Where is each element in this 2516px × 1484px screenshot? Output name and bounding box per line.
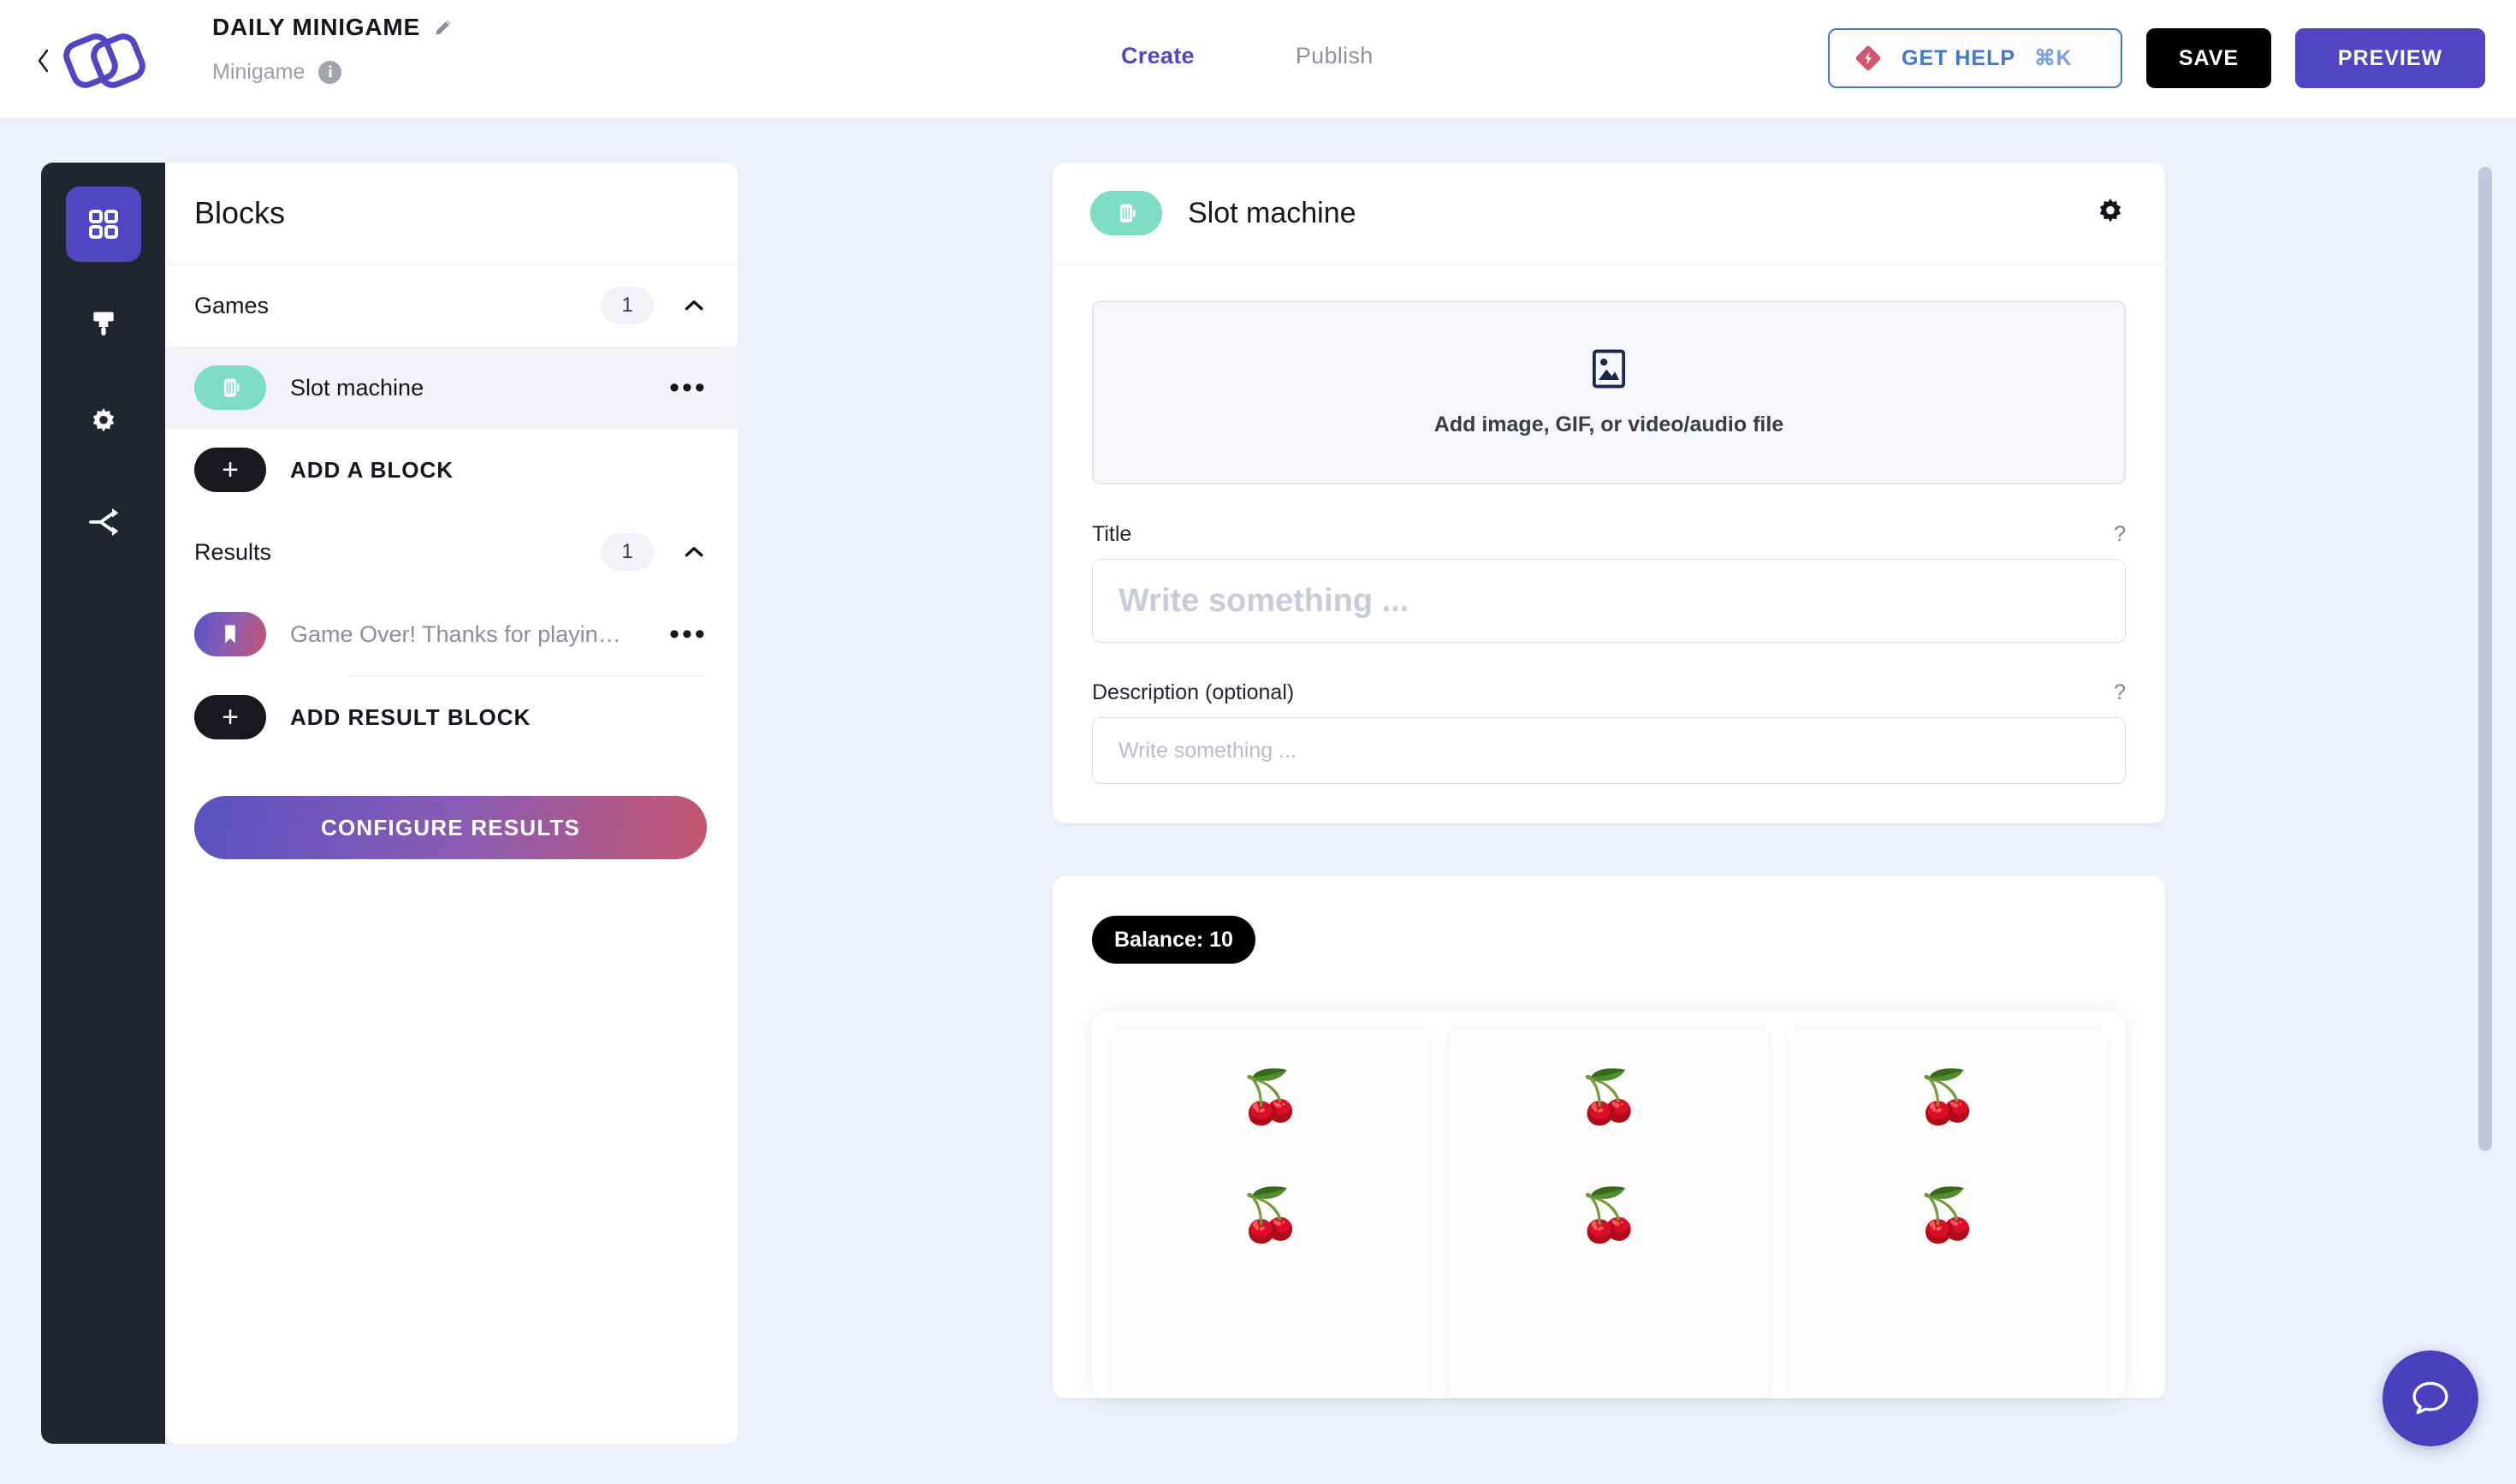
description-field-label: Description (optional): [1092, 680, 1295, 704]
slot-machine-icon: [1090, 191, 1162, 235]
slot-reel-1[interactable]: 🍒 🍒: [1111, 1030, 1431, 1398]
section-header-results[interactable]: Results 1: [165, 511, 738, 593]
top-actions: GET HELP ⌘K SAVE PREVIEW: [1828, 28, 2485, 88]
add-a-block-button[interactable]: + ADD A BLOCK: [165, 429, 738, 511]
add-result-block-button[interactable]: + ADD RESULT BLOCK: [165, 676, 738, 758]
slot-machine-icon: [194, 365, 266, 410]
game-preview-card: Balance: 10 🍒 🍒 🍒 🍒 🍒 🍒: [1053, 876, 2165, 1398]
description-field-label-row: Description (optional) ?: [1092, 680, 2126, 705]
media-dropzone[interactable]: Add image, GIF, or video/audio file: [1092, 300, 2126, 484]
reel-symbol: 🍒: [1576, 1186, 1641, 1244]
save-button[interactable]: SAVE: [2146, 28, 2271, 88]
blocks-panel-header: Blocks: [165, 163, 738, 264]
result-item-game-over[interactable]: Game Over! Thanks for playin… •••: [165, 593, 738, 675]
back-button[interactable]: [33, 46, 55, 75]
sidebar-item-integrations[interactable]: [66, 484, 141, 560]
section-title-games: Games: [194, 292, 270, 318]
block-item-slot-machine[interactable]: Slot machine •••: [165, 347, 738, 429]
main-tabs: Create Publish: [1121, 43, 1374, 69]
editor-column: Slot machine Add image, GIF, or video/au…: [1053, 163, 2165, 1398]
share-nodes-icon: [88, 508, 118, 536]
preview-button[interactable]: PREVIEW: [2295, 28, 2485, 88]
blocks-panel: Blocks Games 1 Slot machine ••• + ADD A …: [165, 163, 738, 1444]
add-a-block-label: ADD A BLOCK: [290, 456, 454, 483]
block-editor-header: Slot machine: [1053, 163, 2165, 264]
gear-icon[interactable]: [2093, 196, 2127, 230]
reel-symbol: 🍒: [1238, 1186, 1303, 1244]
chevron-left-icon: [38, 49, 49, 73]
grid-icon: [88, 210, 118, 239]
block-item-label: Slot machine: [290, 374, 424, 401]
info-icon[interactable]: i: [318, 61, 342, 84]
tab-create[interactable]: Create: [1121, 43, 1195, 69]
paintbrush-icon: [92, 312, 114, 335]
section-title-results: Results: [194, 538, 272, 565]
slot-reels: 🍒 🍒 🍒 🍒 🍒 🍒: [1092, 1012, 2126, 1398]
page-scrollbar[interactable]: [2478, 163, 2492, 1444]
get-help-button[interactable]: GET HELP ⌘K: [1828, 28, 2122, 88]
title-field-label: Title: [1092, 522, 1132, 546]
media-dropzone-label: Add image, GIF, or video/audio file: [1433, 412, 1784, 436]
chat-support-button[interactable]: [2382, 1350, 2478, 1446]
app-logo[interactable]: [58, 22, 151, 101]
logo-icon: [63, 33, 145, 88]
add-result-block-label: ADD RESULT BLOCK: [290, 703, 531, 730]
slot-reel-3[interactable]: 🍒 🍒: [1787, 1030, 2107, 1398]
pencil-icon[interactable]: [432, 16, 454, 39]
ellipsis-icon[interactable]: •••: [669, 620, 707, 649]
result-item-label: Game Over! Thanks for playin…: [290, 620, 621, 647]
reel-symbol: 🍒: [1914, 1068, 1979, 1125]
lightning-diamond-icon: [1854, 44, 1883, 73]
scrollbar-thumb[interactable]: [2478, 167, 2492, 1151]
balance-badge: Balance: 10: [1092, 916, 1255, 964]
section-header-games[interactable]: Games 1: [165, 264, 738, 347]
bookmark-icon: [194, 612, 266, 656]
reel-symbol: 🍒: [1914, 1186, 1979, 1244]
gear-icon: [92, 408, 114, 432]
blocks-title: Blocks: [194, 195, 286, 230]
block-editor-title: Slot machine: [1188, 196, 1356, 229]
chevron-up-icon[interactable]: [681, 293, 707, 318]
description-help-icon[interactable]: ?: [2114, 680, 2126, 705]
chat-bubble-icon: [2412, 1381, 2448, 1415]
get-help-label: GET HELP: [1902, 45, 2016, 70]
sidebar-item-design[interactable]: [66, 286, 141, 361]
top-bar: DAILY MINIGAME Minigame i Create Publish: [0, 0, 2516, 118]
configure-results-button[interactable]: CONFIGURE RESULTS: [194, 796, 707, 859]
project-meta: DAILY MINIGAME Minigame i: [212, 10, 454, 85]
sidebar-item-blocks[interactable]: [65, 187, 141, 262]
left-rail: [41, 163, 165, 1444]
block-editor-card: Slot machine Add image, GIF, or video/au…: [1053, 163, 2165, 823]
title-field-label-row: Title ?: [1092, 522, 2126, 547]
sidebar-item-settings[interactable]: [66, 385, 141, 460]
block-editor-body: Add image, GIF, or video/audio file Titl…: [1053, 264, 2165, 823]
project-type-label: Minigame: [212, 60, 306, 84]
chevron-up-icon[interactable]: [681, 539, 707, 565]
plus-icon: +: [194, 695, 266, 739]
title-help-icon[interactable]: ?: [2114, 522, 2126, 547]
games-count-badge: 1: [601, 287, 654, 324]
ellipsis-icon[interactable]: •••: [669, 373, 707, 402]
plus-icon: +: [194, 448, 266, 492]
title-input[interactable]: [1092, 559, 2126, 643]
reel-symbol: 🍒: [1576, 1068, 1641, 1125]
reel-symbol: 🍒: [1238, 1068, 1303, 1125]
results-count-badge: 1: [601, 533, 654, 571]
slot-reel-2[interactable]: 🍒 🍒: [1449, 1030, 1769, 1398]
tab-publish[interactable]: Publish: [1296, 43, 1374, 69]
description-input[interactable]: [1092, 717, 2126, 784]
get-help-shortcut: ⌘K: [2034, 46, 2073, 70]
image-placeholder-icon: [1591, 348, 1627, 394]
page-title: DAILY MINIGAME: [212, 14, 421, 40]
